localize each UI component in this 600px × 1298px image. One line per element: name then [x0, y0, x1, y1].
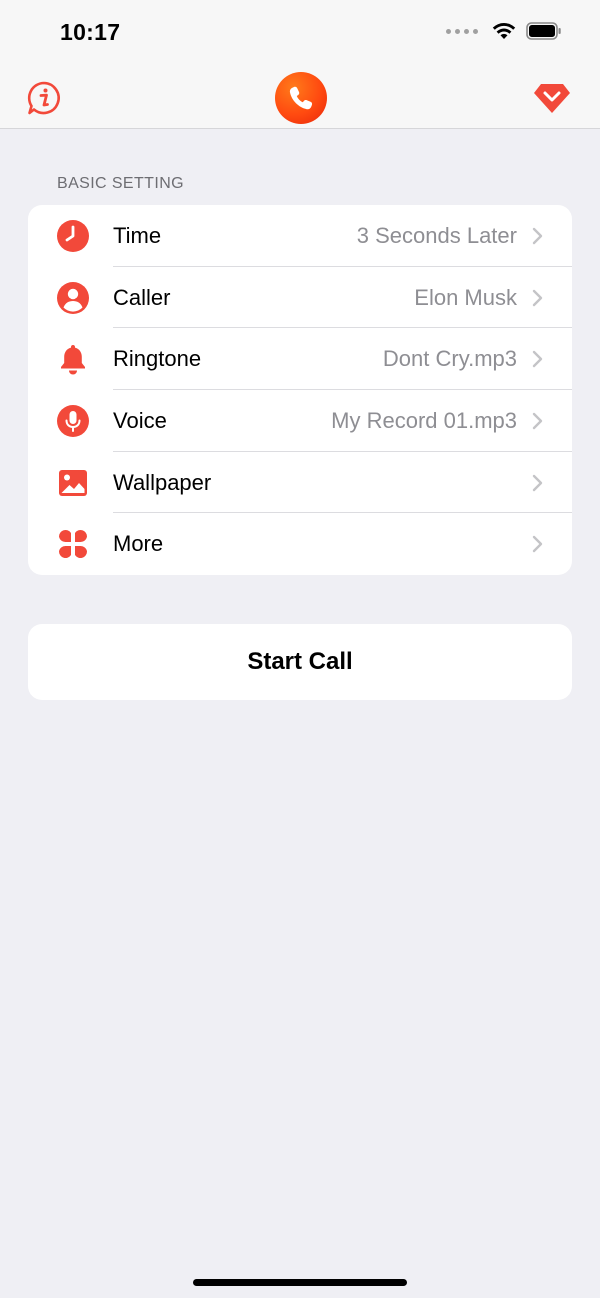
top-bar: 10:17	[0, 0, 600, 129]
settings-row-label: Time	[113, 222, 162, 248]
wifi-icon	[492, 22, 516, 40]
settings-row-label: Caller	[113, 284, 171, 310]
settings-row-value: Dont Cry.mp3	[382, 346, 517, 372]
home-indicator[interactable]	[193, 1279, 407, 1286]
settings-row-label: Ringtone	[113, 346, 202, 372]
settings-card: Time 3 Seconds Later Caller Elon Musk Ri…	[28, 205, 572, 575]
settings-row-caller[interactable]: Caller Elon Musk	[28, 267, 572, 329]
settings-row-value: 3 Seconds Later	[356, 222, 517, 248]
settings-row-label: Wallpaper	[113, 469, 212, 495]
person-icon	[56, 281, 90, 315]
start-call-button[interactable]: Start Call	[28, 624, 572, 700]
chevron-right-icon	[532, 412, 543, 430]
settings-row-value: Elon Musk	[414, 284, 517, 310]
cellular-signal-icon	[446, 28, 478, 34]
settings-row-wallpaper[interactable]: Wallpaper	[28, 452, 572, 514]
settings-row-time[interactable]: Time 3 Seconds Later	[28, 205, 572, 267]
status-time: 10:17	[60, 19, 121, 45]
chevron-right-icon	[532, 289, 543, 306]
settings-row-voice[interactable]: Voice My Record 01.mp3	[28, 390, 572, 452]
app-screen: 10:17 BASIC SETTING Time 3 Seconds Later…	[0, 0, 600, 1298]
battery-icon	[526, 22, 562, 40]
settings-row-ringtone[interactable]: Ringtone Dont Cry.mp3	[28, 328, 572, 391]
chevron-right-icon	[532, 351, 543, 368]
settings-row-value: My Record 01.mp3	[331, 407, 517, 433]
settings-row-more[interactable]: More	[28, 513, 572, 575]
clover-icon	[56, 527, 90, 561]
chevron-right-icon	[532, 227, 543, 245]
microphone-icon	[56, 404, 90, 438]
info-bubble-icon[interactable]	[26, 80, 62, 116]
phone-app-logo	[275, 72, 327, 124]
section-header: BASIC SETTING	[57, 175, 184, 192]
diamond-icon[interactable]	[532, 80, 572, 116]
status-icons	[446, 22, 562, 40]
chevron-right-icon	[532, 536, 543, 553]
settings-row-label: More	[113, 531, 164, 557]
settings-row-label: Voice	[113, 407, 167, 433]
chevron-right-icon	[532, 474, 543, 491]
image-icon	[56, 466, 90, 500]
bell-icon	[56, 342, 90, 376]
clock-icon	[56, 219, 90, 253]
